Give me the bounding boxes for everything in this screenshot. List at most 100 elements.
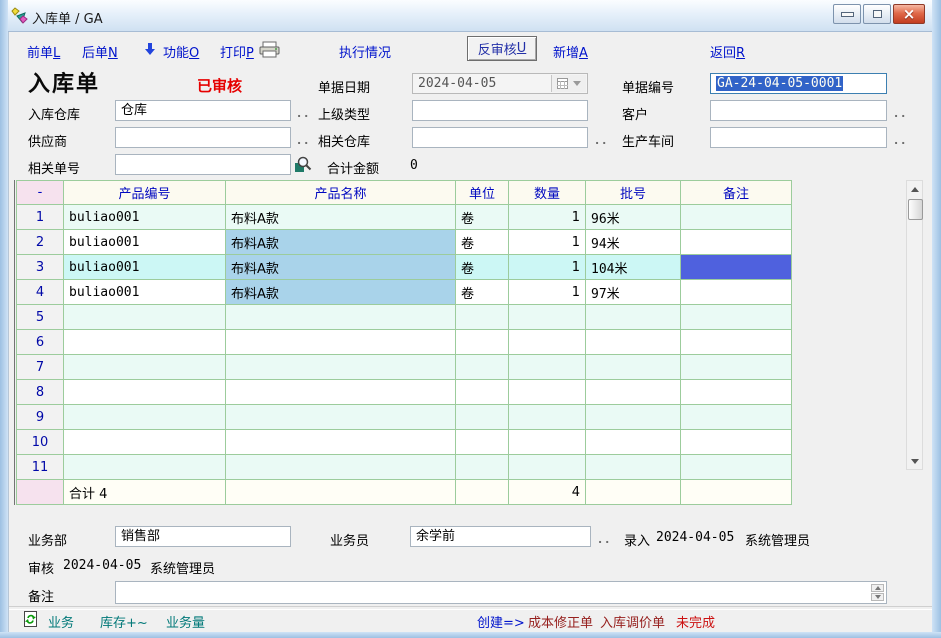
col-header-qty[interactable]: 数量: [509, 181, 586, 205]
cell-unit[interactable]: [456, 355, 509, 380]
cell-code[interactable]: buliao001: [64, 280, 226, 305]
cell-no[interactable]: 4: [17, 280, 64, 305]
cell-batch[interactable]: [586, 405, 681, 430]
cell-no[interactable]: 2: [17, 230, 64, 255]
business-link[interactable]: 业务: [48, 612, 74, 631]
cell-qty[interactable]: [509, 355, 586, 380]
cell-qty[interactable]: 1: [509, 230, 586, 255]
cell-code[interactable]: [64, 455, 226, 480]
cell-note[interactable]: [681, 430, 792, 455]
cell-name[interactable]: 布料A款: [226, 205, 456, 230]
cell-unit[interactable]: 卷: [456, 230, 509, 255]
cell-batch[interactable]: [586, 430, 681, 455]
customer-lookup-button[interactable]: ..: [894, 107, 908, 120]
cell-code[interactable]: [64, 430, 226, 455]
cell-note[interactable]: [681, 330, 792, 355]
calendar-dropdown-button[interactable]: [551, 75, 586, 92]
cell-no[interactable]: 11: [17, 455, 64, 480]
cell-qty[interactable]: 1: [509, 205, 586, 230]
cell-qty[interactable]: [509, 430, 586, 455]
cell-note[interactable]: [681, 355, 792, 380]
remark-field[interactable]: [115, 581, 887, 604]
cell-batch[interactable]: [586, 380, 681, 405]
cell-unit[interactable]: [456, 380, 509, 405]
maximize-button[interactable]: [863, 4, 891, 24]
cell-note[interactable]: [681, 380, 792, 405]
cell-name[interactable]: [226, 380, 456, 405]
search-icon[interactable]: [294, 155, 312, 177]
col-header-code[interactable]: 产品编号: [64, 181, 226, 205]
supplier-field[interactable]: [115, 127, 291, 148]
cell-batch[interactable]: [586, 305, 681, 330]
document-refresh-icon[interactable]: [23, 610, 38, 632]
agent-lookup-button[interactable]: ..: [598, 533, 612, 546]
cell-batch[interactable]: [586, 455, 681, 480]
cell-batch[interactable]: 94米: [586, 230, 681, 255]
cell-batch[interactable]: 104米: [586, 255, 681, 280]
stock-link[interactable]: 库存+~: [100, 612, 148, 631]
cell-name[interactable]: 布料A款: [226, 255, 456, 280]
cell-no[interactable]: 3: [17, 255, 64, 280]
scroll-down-button[interactable]: [907, 453, 922, 469]
col-header-rowno[interactable]: -: [17, 181, 64, 205]
cell-qty[interactable]: [509, 305, 586, 330]
cell-qty[interactable]: [509, 330, 586, 355]
app-icon[interactable]: [11, 7, 28, 28]
cell-batch[interactable]: 97米: [586, 280, 681, 305]
cell-note[interactable]: [681, 255, 792, 280]
supplier-lookup-button[interactable]: ..: [297, 134, 311, 147]
cell-batch[interactable]: [586, 355, 681, 380]
warehouse-lookup-button[interactable]: ..: [297, 107, 311, 120]
workshop-lookup-button[interactable]: ..: [894, 134, 908, 147]
cell-name[interactable]: [226, 455, 456, 480]
cell-qty[interactable]: [509, 405, 586, 430]
cell-name[interactable]: [226, 355, 456, 380]
volume-link[interactable]: 业务量: [166, 612, 205, 631]
date-field[interactable]: 2024-04-05: [412, 73, 588, 94]
cell-code[interactable]: buliao001: [64, 205, 226, 230]
cell-name[interactable]: 布料A款: [226, 230, 456, 255]
execution-status-link[interactable]: 执行情况: [339, 42, 391, 61]
cell-code[interactable]: [64, 355, 226, 380]
cell-code[interactable]: [64, 330, 226, 355]
warehouse-field[interactable]: 仓库: [115, 100, 291, 121]
cell-no[interactable]: 7: [17, 355, 64, 380]
workshop-field[interactable]: [710, 127, 887, 148]
cell-no[interactable]: 10: [17, 430, 64, 455]
related-doc-field[interactable]: [115, 154, 291, 175]
col-header-note[interactable]: 备注: [681, 181, 792, 205]
title-bar[interactable]: 入库单 / GA ×: [0, 0, 941, 32]
close-button[interactable]: ×: [893, 4, 925, 24]
cell-no[interactable]: 6: [17, 330, 64, 355]
cell-note[interactable]: [681, 305, 792, 330]
cell-note[interactable]: [681, 455, 792, 480]
cell-no[interactable]: 8: [17, 380, 64, 405]
cell-unit[interactable]: 卷: [456, 280, 509, 305]
cell-qty[interactable]: 1: [509, 255, 586, 280]
cell-name[interactable]: [226, 305, 456, 330]
spin-up-button[interactable]: [871, 584, 884, 592]
cell-batch[interactable]: [586, 330, 681, 355]
col-header-unit[interactable]: 单位: [456, 181, 509, 205]
cell-name[interactable]: [226, 330, 456, 355]
cell-code[interactable]: [64, 380, 226, 405]
related-warehouse-lookup-button[interactable]: ..: [595, 134, 609, 147]
customer-field[interactable]: [710, 100, 887, 121]
cell-unit[interactable]: [456, 455, 509, 480]
related-warehouse-field[interactable]: [412, 127, 588, 148]
cell-note[interactable]: [681, 205, 792, 230]
cell-name[interactable]: 布料A款: [226, 280, 456, 305]
printer-icon[interactable]: [259, 41, 280, 62]
cell-unit[interactable]: 卷: [456, 255, 509, 280]
remark-spinner[interactable]: [871, 584, 884, 601]
cell-unit[interactable]: [456, 305, 509, 330]
cell-note[interactable]: [681, 405, 792, 430]
table-scrollbar[interactable]: [906, 180, 923, 470]
cell-qty[interactable]: [509, 380, 586, 405]
spin-down-button[interactable]: [871, 593, 884, 601]
cell-unit[interactable]: [456, 405, 509, 430]
cell-no[interactable]: 1: [17, 205, 64, 230]
scrollbar-thumb[interactable]: [908, 199, 923, 220]
cell-name[interactable]: [226, 430, 456, 455]
cell-unit[interactable]: [456, 430, 509, 455]
